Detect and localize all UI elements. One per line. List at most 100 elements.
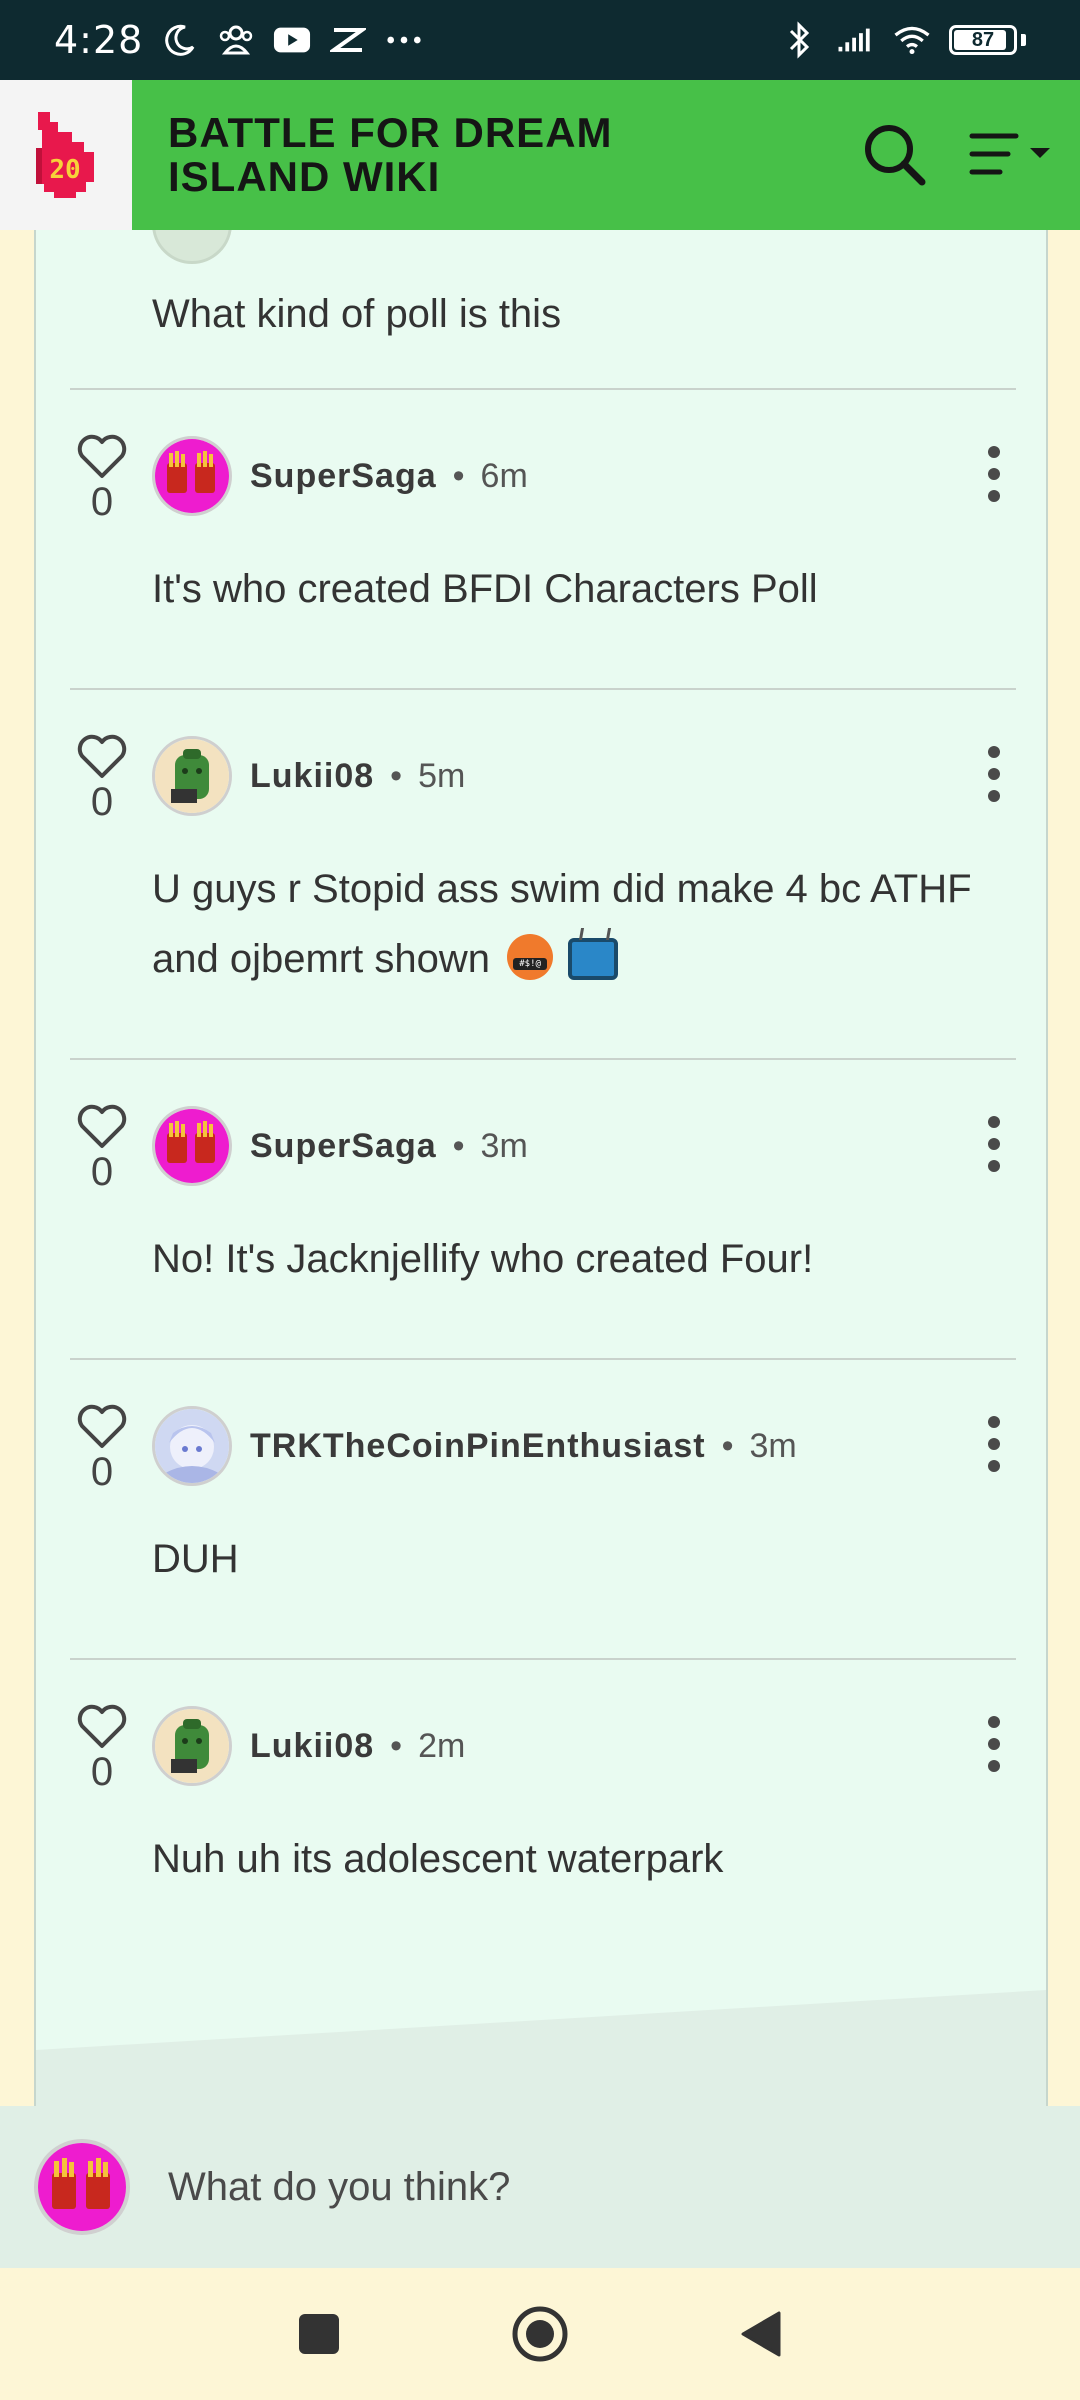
- header-actions: [862, 122, 1054, 188]
- system-nav-bar: [0, 2268, 1080, 2400]
- heart-icon[interactable]: [76, 1104, 128, 1150]
- wifi-icon: [893, 21, 931, 59]
- avatar[interactable]: [152, 1406, 232, 1486]
- comment-text: It's who created BFDI Characters Poll: [152, 567, 818, 611]
- anime-girl-avatar-image: [155, 1409, 229, 1483]
- like-count: 0: [90, 780, 114, 824]
- wiki-title[interactable]: BATTLE FOR DREAM ISLAND WIKI: [168, 111, 688, 199]
- separator-dot: •: [390, 756, 403, 795]
- people-icon: [217, 21, 255, 59]
- like-column: 0: [70, 434, 134, 524]
- comment: 0 SuperSaga • 6m It's who created BFDI C…: [70, 434, 1016, 690]
- comment-meta: Lukii08 • 2m: [250, 1706, 465, 1786]
- username[interactable]: TRKTheCoinPinEnthusiast: [250, 1427, 706, 1466]
- recents-button[interactable]: [297, 2312, 341, 2356]
- like-count: 0: [90, 1450, 114, 1494]
- signal-icon: [837, 21, 875, 59]
- like-column: 0: [70, 1104, 134, 1194]
- timestamp: 3m: [480, 1126, 528, 1165]
- more-options-button[interactable]: [974, 746, 1014, 802]
- comments-card: What kind of poll is this 0 SuperSaga • …: [34, 230, 1048, 2110]
- comment-meta: Lukii08 • 5m: [250, 736, 465, 816]
- comment-text: U guys r Stopid ass swim did make 4 bc A…: [152, 867, 972, 981]
- cursing-face-emoji-icon: [507, 934, 554, 980]
- heart-icon[interactable]: [76, 1404, 128, 1450]
- search-icon: [865, 125, 926, 186]
- separator-dot: •: [390, 1726, 403, 1765]
- like-count: 0: [90, 480, 114, 524]
- username[interactable]: Lukii08: [250, 1727, 374, 1766]
- comment-meta: SuperSaga • 3m: [250, 1106, 528, 1186]
- fries-avatar-image: [38, 2143, 126, 2231]
- heart-icon[interactable]: [76, 434, 128, 480]
- capcut-icon: [329, 21, 367, 59]
- youtube-icon: [273, 21, 311, 59]
- divider: [70, 388, 1016, 390]
- comment: 0 SuperSaga • 3m No! It's Jacknjellify w…: [70, 1104, 1016, 1360]
- avatar: [152, 230, 232, 264]
- username[interactable]: SuperSaga: [250, 457, 437, 496]
- comment-text-wrap: U guys r Stopid ass swim did make 4 bc A…: [152, 854, 996, 994]
- green-bag-avatar-image: [155, 1709, 229, 1783]
- like-column: 0: [70, 1404, 134, 1494]
- menu-icon: [969, 133, 1050, 175]
- username[interactable]: SuperSaga: [250, 1127, 437, 1166]
- comment-meta: SuperSaga • 6m: [250, 436, 528, 516]
- reply-bar: [0, 2106, 1080, 2268]
- more-options-button[interactable]: [974, 446, 1014, 502]
- username[interactable]: Lukii08: [250, 757, 374, 796]
- like-column: 0: [70, 1704, 134, 1794]
- current-user-avatar[interactable]: [34, 2139, 130, 2235]
- status-time: 4:28: [54, 18, 144, 62]
- comment-text: Nuh uh its adolescent waterpark: [152, 1837, 724, 1881]
- search-button[interactable]: [862, 122, 928, 188]
- avatar[interactable]: [152, 1706, 232, 1786]
- more-options-button[interactable]: [974, 1716, 1014, 1772]
- card-footer-shade: [36, 1990, 1046, 2110]
- heart-icon[interactable]: [76, 734, 128, 780]
- fries-avatar-image: [155, 439, 229, 513]
- more-notifications-icon: [385, 21, 423, 59]
- battery-level: 87: [971, 28, 995, 51]
- more-options-button[interactable]: [974, 1116, 1014, 1172]
- separator-dot: •: [452, 1126, 465, 1165]
- battery-tip: [1021, 34, 1026, 46]
- comment-meta: TRKTheCoinPinEnthusiast • 3m: [250, 1406, 797, 1486]
- comment: 0 TRKTheCoinPinEnthusiast • 3m DUH: [70, 1404, 1016, 1660]
- separator-dot: •: [452, 456, 465, 495]
- avatar[interactable]: [152, 436, 232, 516]
- back-button[interactable]: [739, 2309, 783, 2359]
- avatar[interactable]: [152, 1106, 232, 1186]
- status-bar: 4:28 87: [0, 0, 1080, 80]
- battery-icon: 87: [949, 25, 1017, 55]
- avatar[interactable]: [152, 736, 232, 816]
- timestamp: 2m: [418, 1726, 466, 1765]
- television-emoji-icon: [568, 938, 619, 980]
- back-triangle-icon: [741, 2311, 781, 2357]
- green-bag-avatar-image: [155, 739, 229, 813]
- comment-input[interactable]: [168, 2164, 968, 2210]
- comment: 0 Lukii08 • 2m Nuh uh its adolescent wat…: [70, 1704, 1016, 1904]
- wiki-logo[interactable]: 20: [0, 80, 132, 230]
- comment-text: What kind of poll is this: [152, 292, 562, 336]
- like-count: 0: [90, 1750, 114, 1794]
- timestamp: 3m: [749, 1426, 797, 1465]
- square-icon: [299, 2314, 339, 2354]
- like-column: 0: [70, 734, 134, 824]
- flame-logo-icon: 20: [36, 112, 94, 198]
- more-options-button[interactable]: [974, 1416, 1014, 1472]
- status-right: 87: [781, 21, 1026, 59]
- logo-number: 20: [49, 155, 80, 185]
- wiki-header: 20 BATTLE FOR DREAM ISLAND WIKI: [0, 80, 1080, 230]
- fries-avatar-image: [155, 1109, 229, 1183]
- circle-icon: [512, 2306, 568, 2362]
- heart-icon[interactable]: [76, 1704, 128, 1750]
- timestamp: 5m: [418, 756, 466, 795]
- comment-text: No! It's Jacknjellify who created Four!: [152, 1237, 814, 1281]
- timestamp: 6m: [480, 456, 528, 495]
- status-left: 4:28: [54, 18, 423, 62]
- comment-text: DUH: [152, 1537, 239, 1581]
- menu-button[interactable]: [968, 130, 1054, 180]
- home-button[interactable]: [511, 2305, 569, 2363]
- like-count: 0: [90, 1150, 114, 1194]
